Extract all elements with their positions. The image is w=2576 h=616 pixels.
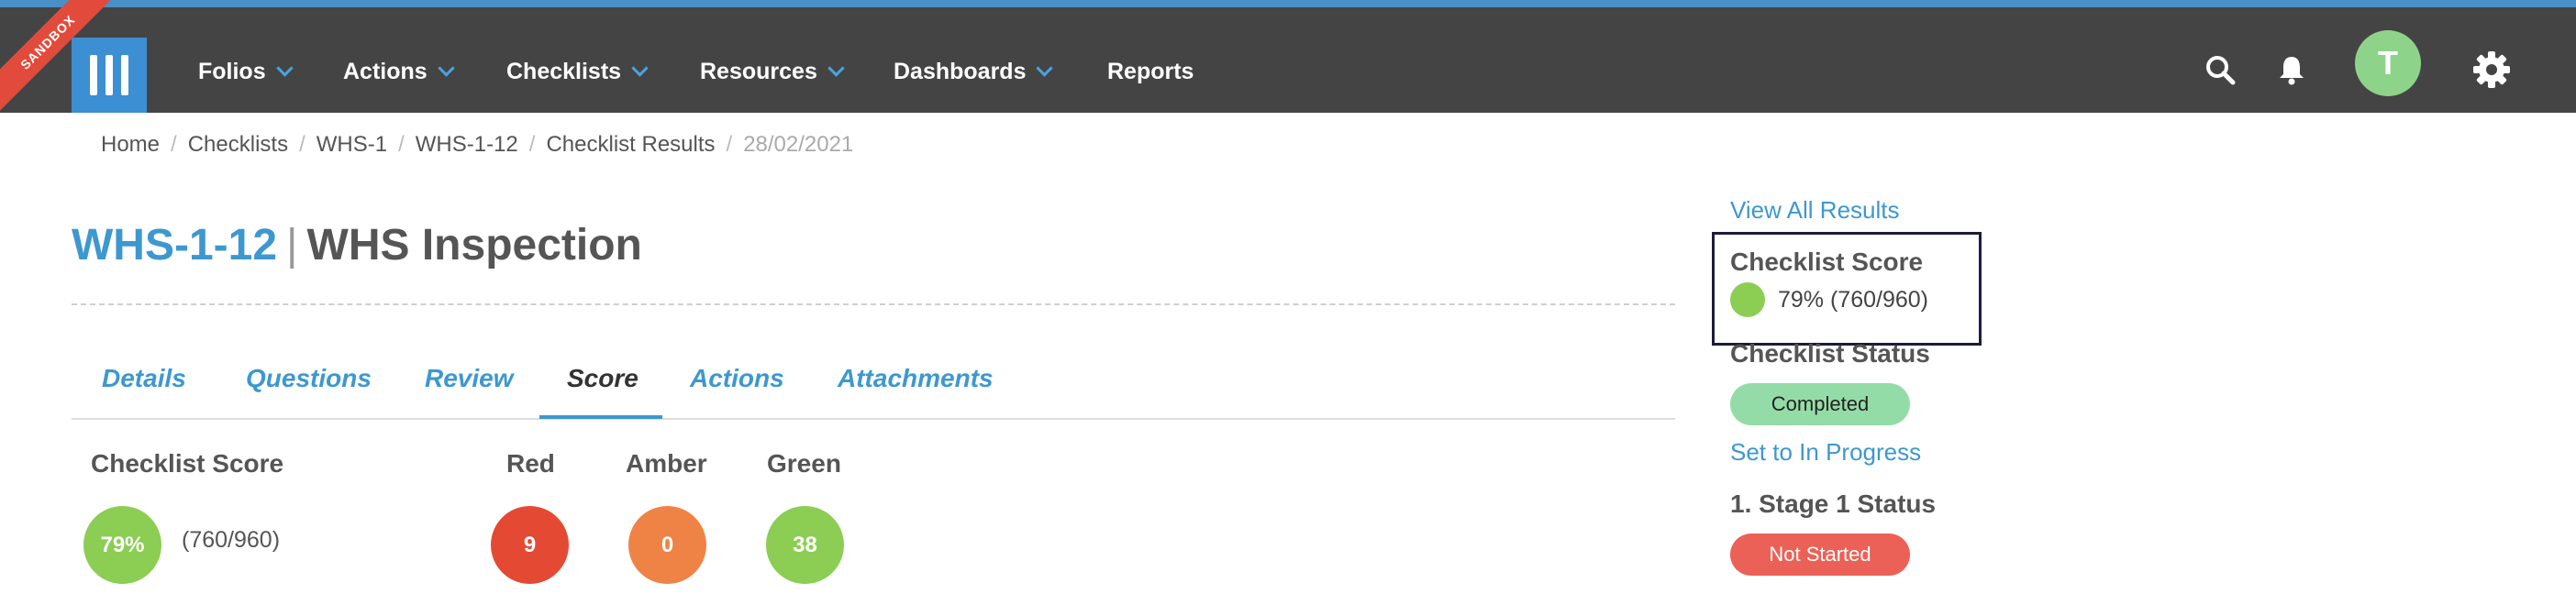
nav-resources-label: Resources [700, 58, 817, 84]
breadcrumb: Home / Checklists / WHS-1/ WHS-1-12/ Check… [101, 132, 854, 158]
sidebar-score: 79% (760/960) [1730, 282, 1928, 317]
stage-status-badge: Not Started [1730, 534, 1910, 576]
title-separator: | [286, 221, 298, 270]
active-tab-indicator [539, 415, 662, 419]
nav-folios[interactable]: Folios [198, 53, 294, 90]
checklist-score-heading: Checklist Score [91, 449, 284, 478]
chevron-down-icon [631, 59, 649, 77]
tab-bar: Details Questions Review Score Actions A… [72, 351, 1675, 420]
set-in-progress-link[interactable]: Set to In Progress [1730, 438, 1921, 467]
avatar[interactable]: T [2355, 30, 2421, 96]
nav-dashboards-label: Dashboards [894, 58, 1027, 84]
title-divider [72, 303, 1675, 305]
tab-attachments[interactable]: Attachments [838, 364, 994, 393]
tab-details[interactable]: Details [102, 364, 186, 393]
chevron-down-icon [1036, 59, 1054, 77]
sidebar-score-heading: Checklist Score [1730, 248, 1924, 276]
nav-reports-label: Reports [1107, 58, 1194, 84]
breadcrumb-home[interactable]: Home [101, 132, 160, 158]
nav-actions[interactable]: Actions [343, 53, 455, 90]
score-percent-circle: 79% [83, 506, 161, 584]
nav-resources[interactable]: Resources [700, 53, 845, 90]
breadcrumb-whs-1-12[interactable]: WHS-1-12 [416, 132, 518, 158]
checklist-status-heading: Checklist Status [1730, 339, 1930, 368]
red-count-circle: 9 [491, 506, 569, 584]
top-accent-line [0, 0, 2576, 7]
gear-icon[interactable] [2470, 48, 2514, 92]
sandbox-ribbon: SANDBOX [0, 0, 115, 115]
tab-questions[interactable]: Questions [246, 364, 372, 393]
breadcrumb-whs-1[interactable]: WHS-1 [316, 132, 387, 158]
view-all-results-link[interactable]: View All Results [1730, 196, 1900, 225]
nav-actions-label: Actions [343, 58, 427, 84]
score-status-dot [1730, 282, 1765, 317]
sidebar-score-value: 79% (760/960) [1778, 286, 1929, 313]
page-title: WHS-1-12 | WHS Inspection [72, 220, 642, 270]
score-fraction: (760/960) [182, 527, 281, 553]
nav-checklists-label: Checklists [506, 58, 622, 84]
nav-folios-label: Folios [198, 58, 266, 84]
search-icon[interactable] [2202, 51, 2238, 88]
checklist-code-link[interactable]: WHS-1-12 [72, 221, 277, 270]
breadcrumb-checklist-results[interactable]: Checklist Results [546, 132, 715, 158]
bell-icon[interactable] [2273, 51, 2310, 88]
nav-reports[interactable]: Reports [1107, 53, 1194, 90]
chevron-down-icon [437, 59, 455, 77]
chevron-down-icon [827, 59, 845, 77]
checklist-name: WHS Inspection [306, 221, 642, 270]
breadcrumb-current-date: 28/02/2021 [743, 132, 854, 157]
sandbox-label: SANDBOX [0, 0, 115, 115]
tab-score[interactable]: Score [567, 364, 638, 393]
green-heading: Green [767, 449, 841, 478]
breadcrumb-checklists[interactable]: Checklists [188, 132, 288, 158]
nav-dashboards[interactable]: Dashboards [894, 53, 1054, 90]
chevron-down-icon [275, 59, 294, 77]
amber-heading: Amber [626, 449, 707, 478]
nav-checklists[interactable]: Checklists [506, 53, 649, 90]
tab-review[interactable]: Review [425, 364, 514, 393]
status-badge: Completed [1730, 383, 1910, 425]
green-count-circle: 38 [766, 506, 844, 584]
stage-status-heading: 1. Stage 1 Status [1730, 490, 1937, 518]
red-heading: Red [506, 449, 555, 478]
tab-actions[interactable]: Actions [690, 364, 784, 393]
amber-count-circle: 0 [628, 506, 706, 584]
